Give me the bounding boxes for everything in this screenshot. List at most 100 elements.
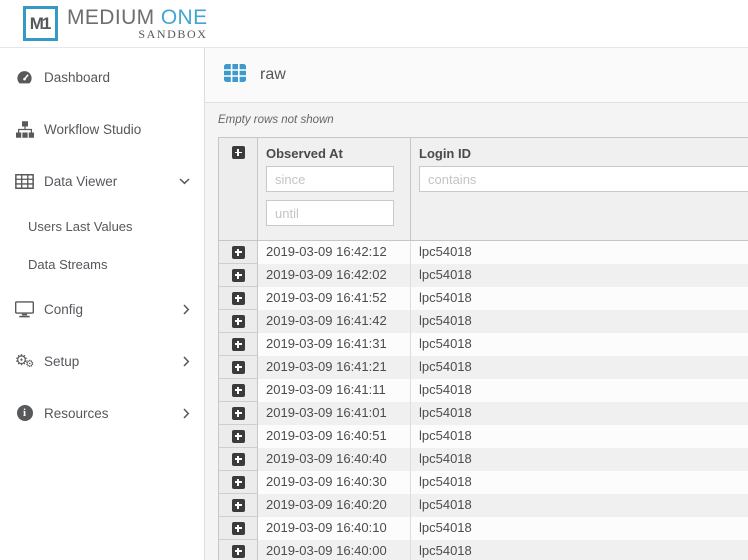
row-expand-cell xyxy=(219,494,258,517)
login-id-cell: lpc54018 xyxy=(411,425,748,448)
observed-at-cell: 2019-03-09 16:41:42 xyxy=(258,310,411,333)
monitor-icon xyxy=(14,301,35,318)
observed-at-cell: 2019-03-09 16:40:00 xyxy=(258,540,411,560)
observed-at-cell: 2019-03-09 16:40:51 xyxy=(258,425,411,448)
row-expand-cell xyxy=(219,241,258,264)
expand-row-button[interactable] xyxy=(232,407,245,420)
observed-at-cell: 2019-03-09 16:40:20 xyxy=(258,494,411,517)
login-id-cell: lpc54018 xyxy=(411,471,748,494)
column-label-login-id: Login ID xyxy=(411,138,748,166)
row-expand-cell xyxy=(219,517,258,540)
table-row: 2019-03-09 16:40:30lpc54018 xyxy=(219,471,748,494)
expand-row-button[interactable] xyxy=(232,545,245,558)
sidebar-item-label: Resources xyxy=(44,406,109,421)
until-filter-input[interactable] xyxy=(266,200,394,226)
table-row: 2019-03-09 16:40:10lpc54018 xyxy=(219,517,748,540)
page-header: raw xyxy=(205,48,748,103)
table-header: Observed At Login ID xyxy=(218,137,748,241)
medium-one-logo[interactable]: M1 MEDIUM ONE SANDBOX xyxy=(23,6,208,42)
sidebar-item-config[interactable]: Config xyxy=(0,283,204,335)
login-id-cell: lpc54018 xyxy=(411,540,748,560)
table-row: 2019-03-09 16:42:12lpc54018 xyxy=(219,241,748,264)
login-id-cell: lpc54018 xyxy=(411,287,748,310)
table-row: 2019-03-09 16:40:51lpc54018 xyxy=(219,425,748,448)
observed-at-cell: 2019-03-09 16:40:40 xyxy=(258,448,411,471)
login-id-column-header: Login ID xyxy=(411,138,748,240)
table-grid-icon xyxy=(224,64,246,87)
table-row: 2019-03-09 16:40:40lpc54018 xyxy=(219,448,748,471)
login-id-cell: lpc54018 xyxy=(411,310,748,333)
expand-row-button[interactable] xyxy=(232,338,245,351)
gears-icon: ⚙⚙ xyxy=(14,353,35,370)
expand-row-button[interactable] xyxy=(232,499,245,512)
observed-at-cell: 2019-03-09 16:40:30 xyxy=(258,471,411,494)
observed-at-cell: 2019-03-09 16:41:52 xyxy=(258,287,411,310)
observed-at-cell: 2019-03-09 16:41:11 xyxy=(258,379,411,402)
sidebar-item-resources[interactable]: i Resources xyxy=(0,387,204,439)
row-expand-cell xyxy=(219,448,258,471)
table-row: 2019-03-09 16:41:31lpc54018 xyxy=(219,333,748,356)
table-row: 2019-03-09 16:41:42lpc54018 xyxy=(219,310,748,333)
observed-at-cell: 2019-03-09 16:40:10 xyxy=(258,517,411,540)
raw-data-table: Observed At Login ID 2019-03-09 16:42:12… xyxy=(218,137,748,560)
expand-row-button[interactable] xyxy=(232,269,245,282)
sidebar-subitem-label: Data Streams xyxy=(28,257,107,272)
expand-row-button[interactable] xyxy=(232,246,245,259)
expand-row-button[interactable] xyxy=(232,453,245,466)
expand-row-button[interactable] xyxy=(232,476,245,489)
sidebar-item-label: Config xyxy=(44,302,83,317)
login-id-cell: lpc54018 xyxy=(411,448,748,471)
table-icon xyxy=(14,174,35,189)
sidebar-item-label: Data Viewer xyxy=(44,174,117,189)
row-expand-cell xyxy=(219,264,258,287)
page-title: raw xyxy=(260,66,286,84)
expand-row-button[interactable] xyxy=(232,361,245,374)
row-expand-cell xyxy=(219,425,258,448)
empty-rows-note: Empty rows not shown xyxy=(218,114,748,128)
chevron-right-icon xyxy=(183,356,190,367)
row-expand-cell xyxy=(219,310,258,333)
sitemap-icon xyxy=(14,121,35,138)
sidebar-item-setup[interactable]: ⚙⚙ Setup xyxy=(0,335,204,387)
login-id-cell: lpc54018 xyxy=(411,356,748,379)
sidebar-subitem-label: Users Last Values xyxy=(28,219,133,234)
sidebar-item-data-streams[interactable]: Data Streams xyxy=(0,245,204,283)
since-filter-input[interactable] xyxy=(266,166,394,192)
observed-at-cell: 2019-03-09 16:41:01 xyxy=(258,402,411,425)
sidebar-item-data-viewer[interactable]: Data Viewer xyxy=(0,155,204,207)
sidebar-item-workflow-studio[interactable]: Workflow Studio xyxy=(0,103,204,155)
row-expand-cell xyxy=(219,402,258,425)
row-expand-cell xyxy=(219,287,258,310)
sidebar-item-users-last-values[interactable]: Users Last Values xyxy=(0,207,204,245)
login-id-cell: lpc54018 xyxy=(411,517,748,540)
chevron-right-icon xyxy=(183,408,190,419)
table-row: 2019-03-09 16:41:21lpc54018 xyxy=(219,356,748,379)
info-icon: i xyxy=(14,405,35,421)
login-id-cell: lpc54018 xyxy=(411,264,748,287)
row-expand-cell xyxy=(219,356,258,379)
expand-row-button[interactable] xyxy=(232,430,245,443)
top-bar: M1 MEDIUM ONE SANDBOX xyxy=(0,0,748,48)
logo-text: MEDIUM ONE SANDBOX xyxy=(67,6,208,42)
expand-row-button[interactable] xyxy=(232,384,245,397)
row-expand-cell xyxy=(219,379,258,402)
login-id-cell: lpc54018 xyxy=(411,333,748,356)
row-expand-cell xyxy=(219,471,258,494)
chevron-right-icon xyxy=(183,304,190,315)
expand-row-button[interactable] xyxy=(232,522,245,535)
expand-row-button[interactable] xyxy=(232,292,245,305)
chevron-down-icon xyxy=(179,178,190,185)
table-row: 2019-03-09 16:41:52lpc54018 xyxy=(219,287,748,310)
contains-filter-input[interactable] xyxy=(419,166,748,192)
table-row: 2019-03-09 16:41:01lpc54018 xyxy=(219,402,748,425)
gauge-icon xyxy=(14,68,35,87)
table-row: 2019-03-09 16:42:02lpc54018 xyxy=(219,264,748,287)
observed-at-cell: 2019-03-09 16:41:31 xyxy=(258,333,411,356)
login-id-cell: lpc54018 xyxy=(411,379,748,402)
logo-sandbox: SANDBOX xyxy=(67,27,208,42)
expand-row-button[interactable] xyxy=(232,315,245,328)
table-row: 2019-03-09 16:40:00lpc54018 xyxy=(219,540,748,560)
expand-all-button[interactable] xyxy=(232,146,245,159)
sidebar-item-dashboard[interactable]: Dashboard xyxy=(0,51,204,103)
login-id-cell: lpc54018 xyxy=(411,494,748,517)
